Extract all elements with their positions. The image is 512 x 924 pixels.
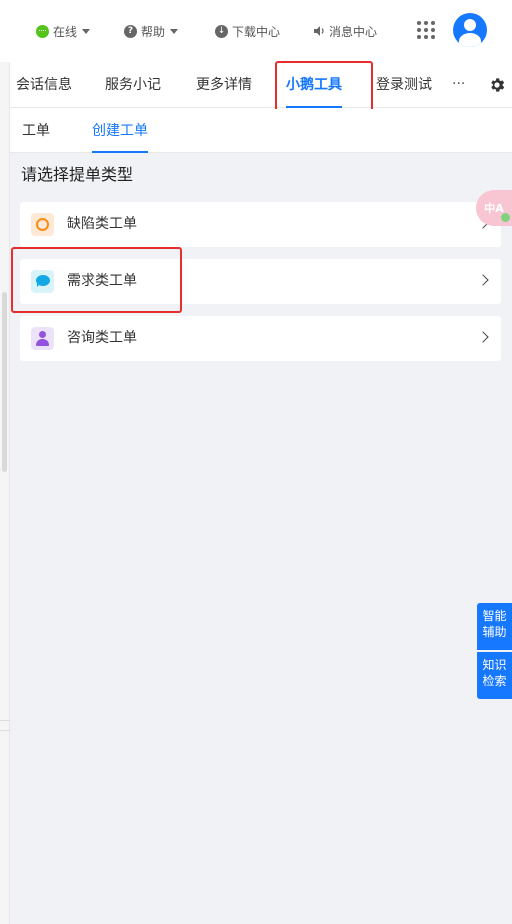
tab-create-ticket[interactable]: 创建工单 (92, 109, 148, 153)
translate-label: 中A (484, 202, 504, 215)
tab-bar: 会话信息 服务小记 更多详情 小鹅工具 登录测试 ··· (10, 62, 512, 108)
ticket-type-label: 缺陷类工单 (67, 216, 137, 232)
avatar[interactable] (453, 13, 487, 47)
tab-tickets[interactable]: 工单 (22, 109, 50, 153)
speaker-icon (314, 26, 324, 36)
status-dropdown[interactable]: 在线 (36, 22, 91, 40)
gear-icon[interactable] (488, 76, 506, 94)
subtab-bar: 工单 创建工单 (10, 109, 512, 153)
chevron-right-icon (477, 331, 489, 343)
download-center-button[interactable]: ↓ 下载中心 (215, 22, 280, 40)
ticket-type-requirement[interactable]: 需求类工单 (20, 259, 501, 304)
download-icon: ↓ (215, 24, 228, 38)
apps-grid-icon[interactable] (417, 21, 435, 39)
chevron-down-icon (82, 28, 91, 34)
knowledge-search-button[interactable]: 知识检索 (477, 652, 512, 699)
tab-service-notes[interactable]: 服务小记 (105, 62, 161, 108)
ticket-type-label: 咨询类工单 (67, 330, 137, 346)
message-center-button[interactable]: 消息中心 (313, 22, 377, 40)
tab-session-info[interactable]: 会话信息 (16, 62, 72, 108)
more-tabs-button[interactable]: ··· (452, 62, 465, 108)
chat-bubble-icon (31, 270, 54, 293)
tab-xiaoe-tools[interactable]: 小鹅工具 (286, 62, 342, 108)
ticket-type-defect[interactable]: 缺陷类工单 (20, 202, 501, 247)
chevron-down-icon (170, 28, 179, 34)
ticket-type-consult[interactable]: 咨询类工单 (20, 316, 501, 361)
chat-icon (36, 24, 49, 38)
smart-assist-button[interactable]: 智能辅助 (477, 603, 512, 650)
messages-label: 消息中心 (329, 24, 378, 39)
tab-more-details[interactable]: 更多详情 (196, 62, 252, 108)
status-label: 在线 (53, 24, 78, 39)
scrollbar[interactable] (2, 292, 7, 472)
left-panel-edge (0, 62, 10, 924)
check-icon (501, 213, 510, 222)
circle-icon (31, 213, 54, 236)
download-label: 下载中心 (232, 24, 281, 39)
divider (0, 720, 10, 721)
help-icon: ? (124, 24, 137, 38)
help-dropdown[interactable]: ? 帮助 (124, 22, 179, 40)
page-title: 请选择提单类型 (21, 165, 134, 184)
top-bar: 在线 ? 帮助 ↓ 下载中心 消息中心 (0, 0, 512, 62)
chevron-right-icon (477, 274, 489, 286)
help-label: 帮助 (141, 24, 166, 39)
create-ticket-panel: 工单 创建工单 请选择提单类型 缺陷类工单 需求类工单 咨询类工单 (10, 109, 512, 924)
translate-widget[interactable]: 中A (476, 190, 512, 226)
divider (0, 730, 10, 731)
ticket-type-label: 需求类工单 (67, 273, 137, 289)
person-icon (31, 327, 54, 350)
tab-login-test[interactable]: 登录测试 (376, 62, 432, 108)
